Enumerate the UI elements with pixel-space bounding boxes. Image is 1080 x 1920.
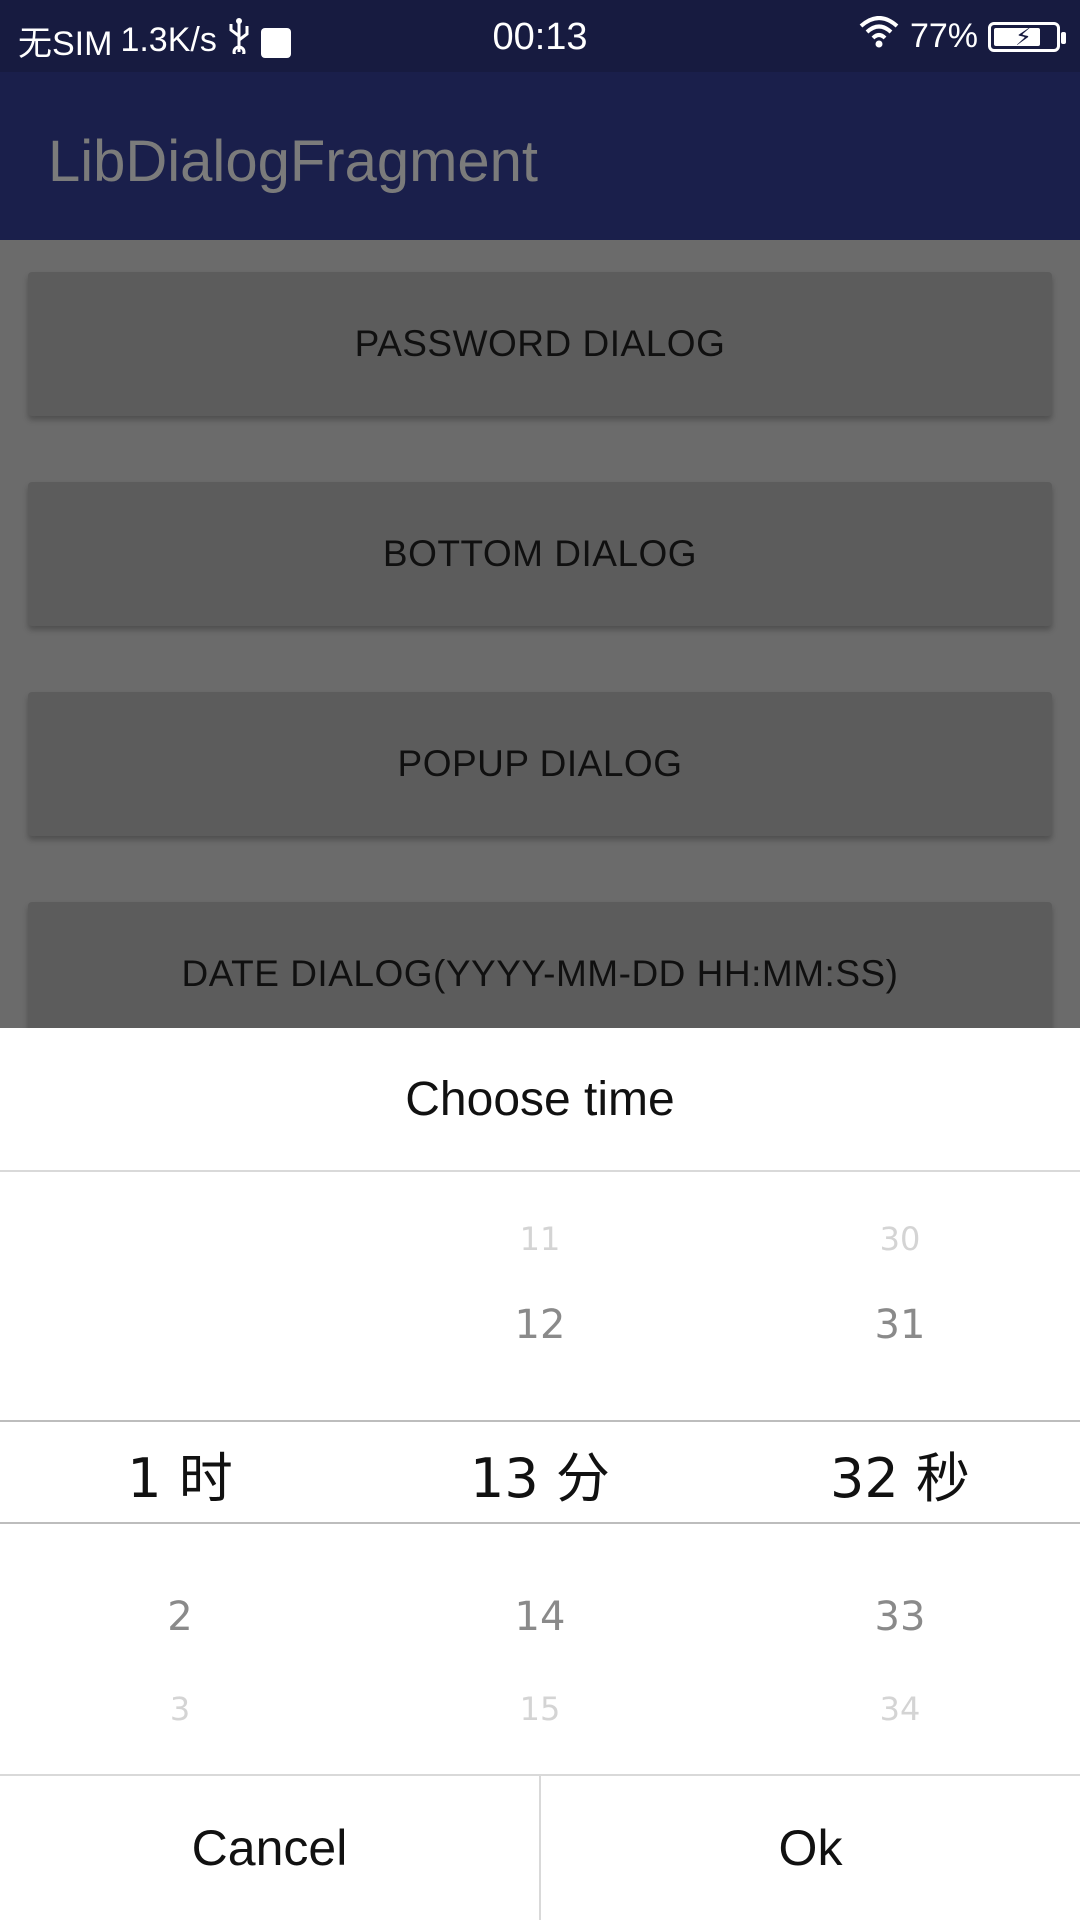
hour-wheel[interactable]: 1 时 2 3 bbox=[0, 1172, 360, 1802]
second-prev-2[interactable]: 30 bbox=[720, 1220, 1080, 1258]
minute-next-2[interactable]: 15 bbox=[360, 1690, 720, 1728]
popup-dialog-button[interactable]: POPUP DIALOG bbox=[28, 692, 1052, 836]
charging-icon: ⚡ bbox=[1015, 23, 1032, 51]
app-bar: LibDialogFragment bbox=[0, 72, 1080, 240]
minute-selected[interactable]: 13 分 bbox=[360, 1434, 720, 1513]
minute-prev-2[interactable]: 11 bbox=[360, 1220, 720, 1258]
time-picker: 1 时 2 3 11 12 13 分 14 15 30 31 32 秒 33 3… bbox=[0, 1172, 1080, 1802]
status-right: 77% ⚡ bbox=[858, 16, 1066, 57]
main-content: PASSWORD DIALOG BOTTOM DIALOG POPUP DIAL… bbox=[0, 240, 1080, 1046]
second-next-2[interactable]: 34 bbox=[720, 1690, 1080, 1728]
second-selected[interactable]: 32 秒 bbox=[720, 1434, 1080, 1513]
second-prev[interactable]: 31 bbox=[720, 1302, 1080, 1348]
app-title: LibDialogFragment bbox=[48, 129, 539, 194]
second-next[interactable]: 33 bbox=[720, 1594, 1080, 1640]
date-dialog-button[interactable]: DATE DIALOG(YYYY-MM-DD HH:MM:SS) bbox=[28, 902, 1052, 1046]
bottom-dialog-button[interactable]: BOTTOM DIALOG bbox=[28, 482, 1052, 626]
status-bar: 无SIM 1.3K/s 00:13 77% ⚡ bbox=[0, 0, 1080, 72]
hour-next-2[interactable]: 3 bbox=[0, 1690, 360, 1728]
minute-next[interactable]: 14 bbox=[360, 1594, 720, 1640]
second-wheel[interactable]: 30 31 32 秒 33 34 bbox=[720, 1172, 1080, 1802]
minute-prev[interactable]: 12 bbox=[360, 1302, 720, 1348]
battery-percent: 77% bbox=[909, 17, 978, 55]
hour-selected[interactable]: 1 时 bbox=[0, 1434, 360, 1513]
cancel-button[interactable]: Cancel bbox=[0, 1776, 539, 1920]
ok-button[interactable]: Ok bbox=[541, 1776, 1080, 1920]
wifi-icon bbox=[858, 16, 900, 57]
minute-wheel[interactable]: 11 12 13 分 14 15 bbox=[360, 1172, 720, 1802]
dialog-footer: Cancel Ok bbox=[0, 1774, 1080, 1920]
dialog-title: Choose time bbox=[0, 1028, 1080, 1172]
password-dialog-button[interactable]: PASSWORD DIALOG bbox=[28, 272, 1052, 416]
battery-icon: ⚡ bbox=[988, 21, 1066, 52]
hour-next[interactable]: 2 bbox=[0, 1594, 360, 1640]
